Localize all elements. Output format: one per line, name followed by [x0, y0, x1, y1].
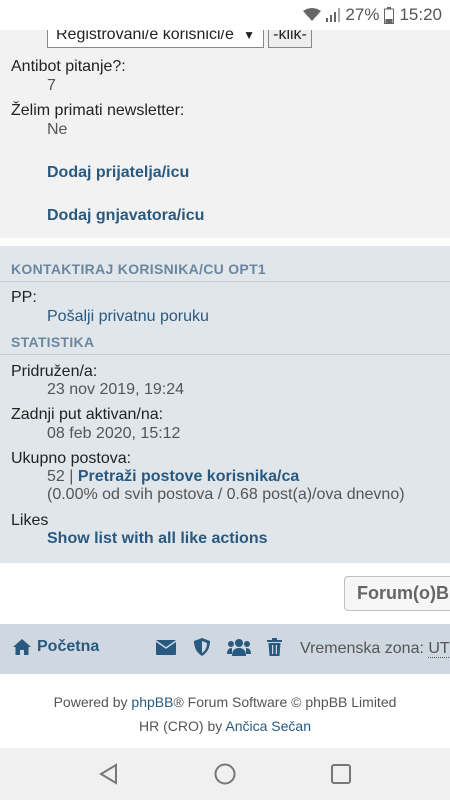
timezone-label: Vremenska zona: [300, 640, 424, 657]
footer-powered-line: Powered by phpBB® Forum Software © phpBB… [0, 690, 450, 714]
recents-icon[interactable] [330, 763, 352, 785]
add-foe-link[interactable]: Dodaj gnjavatora/icu [47, 207, 204, 225]
translator-link[interactable]: Ančica Sečan [225, 718, 311, 734]
home-label: Početna [37, 638, 100, 655]
profile-fields-panel: Registrovani/e korisnici/e ▼ -klik- Anti… [0, 0, 450, 238]
last-active-label: Zadnji put aktivan/na: [11, 406, 164, 423]
stats-heading: STATISTIKA [11, 334, 95, 350]
home-circle-icon[interactable] [214, 763, 236, 785]
antibot-label: Antibot pitanje?: [11, 58, 126, 75]
total-posts-row: 52 | Pretraži postove korisnika/ca [47, 468, 299, 486]
system-nav-bar [0, 748, 450, 800]
add-friend-link[interactable]: Dodaj prijatelja/icu [47, 164, 189, 182]
search-posts-link[interactable]: Pretraži postove korisnika/ca [78, 468, 299, 485]
likes-label: Likes [11, 512, 49, 529]
bottom-navbar: Početna Vremenska zona: UTC [0, 624, 450, 674]
divider [0, 281, 450, 282]
chevron-down-icon: ▼ [243, 28, 255, 42]
clock: 15:20 [399, 5, 442, 24]
signal-icon [326, 8, 341, 22]
contact-heading: KONTAKTIRAJ KORISNIKA/CU OPT1 [11, 261, 267, 277]
send-pm-link[interactable]: Pošalji privatnu poruku [47, 308, 209, 326]
envelope-icon[interactable] [156, 640, 176, 655]
shield-icon[interactable] [194, 638, 210, 656]
site-footer: Powered by phpBB® Forum Software © phpBB… [0, 690, 450, 738]
software-text: ® Forum Software © phpBB Limited [173, 694, 397, 710]
divider [0, 354, 450, 355]
timezone-value[interactable]: UTC [428, 640, 450, 658]
newsletter-value: Ne [47, 121, 68, 138]
translation-text: HR (CRO) by [139, 718, 223, 734]
status-bar: 27% 15:20 [0, 0, 450, 30]
home-icon [13, 639, 31, 655]
forum-jump-button[interactable]: Forum(o)Bi [344, 576, 450, 611]
total-posts-count: 52 | [47, 468, 74, 485]
battery-percent: 27% [345, 5, 380, 24]
back-icon[interactable] [98, 763, 120, 785]
total-posts-label: Ukupno postova: [11, 450, 132, 467]
antibot-value: 7 [47, 77, 56, 94]
forum-jump-clip: Forum(o)Bi [0, 576, 450, 612]
posts-detail: (0.00% od svih postova / 0.68 post(a)/ov… [47, 486, 405, 503]
wifi-icon [303, 8, 322, 21]
joined-label: Pridružen/a: [11, 363, 98, 380]
users-icon[interactable] [227, 638, 251, 656]
newsletter-label: Želim primati newsletter: [11, 102, 185, 119]
home-link[interactable]: Početna [13, 638, 99, 656]
pp-label: PP: [11, 289, 37, 306]
phpbb-link[interactable]: phpBB [131, 694, 173, 710]
timezone-display: Vremenska zona: UTC [300, 640, 450, 658]
contact-stats-panel: KONTAKTIRAJ KORISNIKA/CU OPT1 PP: Pošalj… [0, 246, 450, 563]
likes-link[interactable]: Show list with all like actions [47, 530, 268, 548]
battery-icon [384, 6, 395, 24]
trash-icon[interactable] [267, 638, 282, 656]
footer-translation-line: HR (CRO) by Ančica Sečan [0, 714, 450, 738]
powered-by-text: Powered by [53, 694, 128, 710]
last-active-value: 08 feb 2020, 15:12 [47, 425, 181, 442]
joined-value: 23 nov 2019, 19:24 [47, 381, 185, 398]
